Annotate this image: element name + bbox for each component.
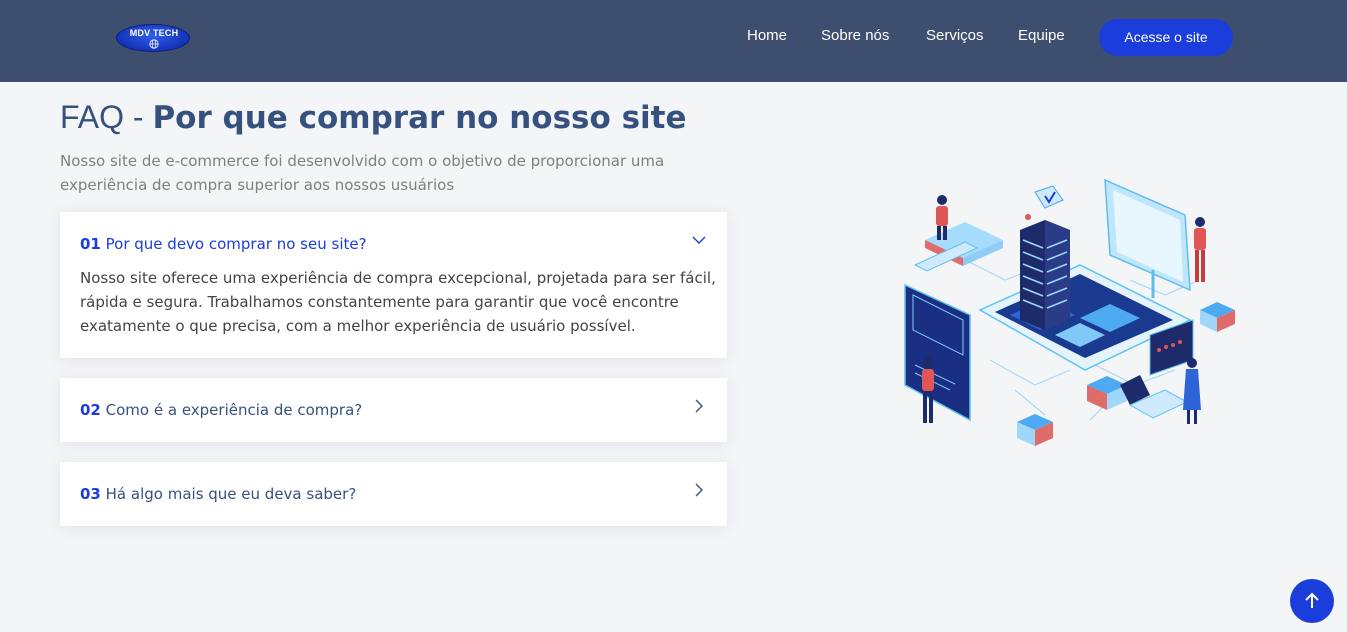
faq-title-main: Por que comprar no nosso site [152,100,687,136]
faq-item-1[interactable]: 01 Por que devo comprar no seu site? Nos… [60,212,727,358]
chevron-right-icon[interactable] [691,482,707,498]
faq-question-2[interactable]: 02 Como é a experiência de compra? [80,401,362,419]
nav-servicos[interactable]: Serviços [926,27,984,44]
faq-question-3-text: Há algo mais que eu deva saber? [105,485,357,503]
faq-question-1[interactable]: 01 Por que devo comprar no seu site? [80,235,367,253]
faq-question-2-text: Como é a experiência de compra? [105,401,363,419]
isometric-tech-illustration [904,178,1235,446]
faq-number-1: 01 [80,235,101,253]
faq-subtitle: Nosso site de e-commerce foi desenvolvid… [60,152,665,194]
faq-question-3[interactable]: 03 Há algo mais que eu deva saber? [80,485,356,503]
logo[interactable]: MDV TECH [116,24,190,52]
faq-title-prefix: FAQ - [60,99,153,135]
faq-title: FAQ - Por que comprar no nosso site [60,99,687,136]
faq-item-2[interactable]: 02 Como é a experiência de compra? [60,378,727,442]
back-to-top-button[interactable] [1290,579,1334,623]
logo-text: MDV TECH [129,28,179,38]
faq-question-1-text: Por que devo comprar no seu site? [105,235,367,253]
arrow-up-icon [1305,592,1319,608]
faq-number-2: 02 [80,401,101,419]
access-site-button[interactable]: Acesse o site [1099,19,1233,56]
nav-home[interactable]: Home [747,27,787,44]
site-header: MDV TECH Home Sobre nós Serviços Equipe … [0,0,1347,82]
chevron-right-icon[interactable] [691,398,707,414]
chevron-down-icon[interactable] [691,232,707,248]
nav-equipe[interactable]: Equipe [1018,27,1065,44]
globe-icon [149,39,159,49]
nav-sobre-nos[interactable]: Sobre nós [821,27,889,44]
faq-number-3: 03 [80,485,101,503]
faq-answer-1: Nosso site oferece uma experiência de co… [80,269,716,335]
faq-item-3[interactable]: 03 Há algo mais que eu deva saber? [60,462,727,526]
